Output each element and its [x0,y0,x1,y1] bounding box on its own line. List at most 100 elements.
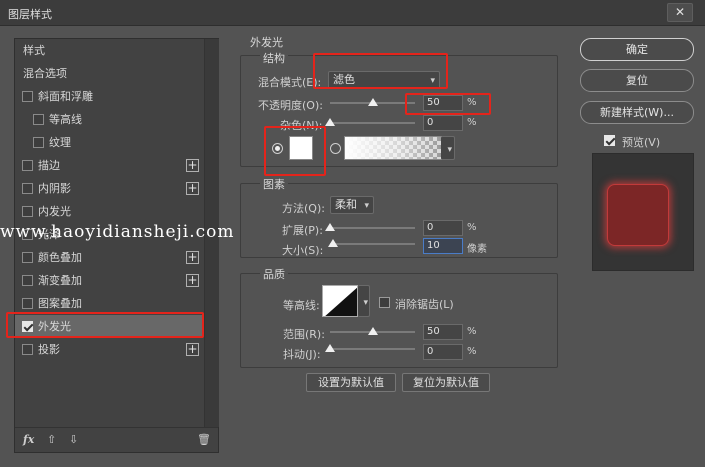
style-item-3[interactable]: 描边 + [15,154,203,177]
styles-header-label: 样式 [23,44,45,57]
styles-header[interactable]: 样式 [15,39,203,62]
blending-options[interactable]: 混合选项 [15,62,203,85]
close-icon[interactable]: ✕ [667,3,693,22]
ok-button[interactable]: 确定 [580,38,694,61]
size-slider-thumb[interactable] [328,239,339,247]
spread-unit: % [467,222,477,233]
style-item-5[interactable]: 内发光 [15,200,203,223]
set-default-button[interactable]: 设置为默认值 [306,373,396,392]
size-unit: 像素 [467,244,487,255]
contour-preview[interactable] [322,285,358,317]
style-item-4[interactable]: 内阴影 + [15,177,203,200]
preview-checkbox[interactable] [604,135,615,146]
add-effect-icon[interactable]: + [186,182,199,195]
add-effect-icon[interactable]: + [186,159,199,172]
fx-icon[interactable]: fx [23,433,34,446]
gradient-radio[interactable] [330,143,341,154]
range-slider-thumb[interactable] [367,327,378,335]
size-input[interactable]: 10 [423,238,463,254]
spread-label: 扩展(P): [282,224,323,237]
style-item-0[interactable]: 斜面和浮雕 [15,85,203,108]
opacity-label: 不透明度(O): [258,99,323,112]
jitter-unit: % [467,346,477,357]
style-item-2[interactable]: 纹理 [15,131,203,154]
range-unit: % [467,326,477,337]
noise-input[interactable]: 0 [423,115,463,131]
style-item-checkbox[interactable] [22,91,33,102]
antialias-checkbox[interactable] [379,297,390,308]
preview-thumbnail [592,153,694,271]
preview-label: 预览(V) [622,136,661,149]
size-label: 大小(S): [282,244,324,257]
title-bar: 图层样式 ✕ [0,0,705,26]
style-item-checkbox[interactable] [22,206,33,217]
jitter-slider[interactable] [330,348,415,350]
style-item-checkbox[interactable] [33,114,44,125]
blending-options-label: 混合选项 [23,67,67,80]
blend-mode-label: 混合模式(E): [258,76,322,89]
add-effect-icon[interactable]: + [186,343,199,356]
structure-title: 结构 [260,50,288,66]
reset-button[interactable]: 复位 [580,69,694,92]
noise-slider-thumb[interactable] [325,118,335,126]
spread-input[interactable]: 0 [423,220,463,236]
chevron-down-icon: ▾ [447,145,452,155]
highlight-blend-mode [313,53,448,89]
contour-curve-icon [325,287,357,316]
style-item-label: 投影 [38,343,60,356]
style-item-checkbox[interactable] [22,298,33,309]
window-title: 图层样式 [8,8,52,21]
style-item-11[interactable]: 投影 + [15,338,203,361]
highlight-outer-glow-item [6,312,204,338]
spread-slider[interactable] [330,227,415,229]
style-item-label: 内阴影 [38,182,71,195]
style-item-7[interactable]: 颜色叠加 + [15,246,203,269]
trash-icon[interactable]: 🗑 [197,433,211,446]
style-item-checkbox[interactable] [22,275,33,286]
noise-unit: % [467,117,477,128]
style-item-label: 纹理 [49,136,71,149]
style-item-label: 颜色叠加 [38,251,82,264]
style-item-label: 内发光 [38,205,71,218]
style-item-checkbox[interactable] [22,160,33,171]
styles-footer: fx ⇧ ⇩ 🗑 [15,427,218,452]
jitter-slider-thumb[interactable] [325,344,335,352]
gradient-swatch[interactable] [344,136,442,160]
watermark-text: www.haoyidiansheji.com [0,222,235,242]
style-item-checkbox[interactable] [22,183,33,194]
spread-slider-thumb[interactable] [325,223,335,231]
antialias-label: 消除锯齿(L) [395,298,454,311]
technique-dropdown[interactable]: 柔和 ▾ [330,196,374,214]
move-down-icon[interactable]: ⇩ [69,433,78,446]
contour-label: 等高线: [283,299,320,312]
chevron-down-icon: ▾ [364,201,369,211]
jitter-input[interactable]: 0 [423,344,463,360]
style-item-checkbox[interactable] [22,344,33,355]
technique-label: 方法(Q): [282,202,325,215]
style-item-checkbox[interactable] [33,137,44,148]
range-label: 范围(R): [283,328,325,341]
highlight-opacity [405,93,491,115]
outer-glow-title: 外发光 [250,36,283,49]
styles-list: 样式 混合选项 斜面和浮雕 等高线 纹理 描边 + 内阴影 + 内发光 光泽 颜色叠加 + 渐变叠加 +… [14,38,219,453]
range-input[interactable]: 50 [423,324,463,340]
style-item-checkbox[interactable] [22,252,33,263]
style-item-label: 等高线 [49,113,82,126]
add-effect-icon[interactable]: + [186,274,199,287]
move-up-icon[interactable]: ⇧ [47,433,56,446]
style-item-label: 渐变叠加 [38,274,82,287]
quality-title: 品质 [260,266,288,282]
highlight-glow-color [264,126,326,176]
noise-slider[interactable] [330,122,415,124]
opacity-slider-thumb[interactable] [367,98,378,106]
elements-title: 图素 [260,176,288,192]
contour-picker-button[interactable]: ▾ [358,285,370,317]
size-slider[interactable] [330,243,415,245]
gradient-picker-button[interactable]: ▾ [441,136,455,160]
add-effect-icon[interactable]: + [186,251,199,264]
style-item-8[interactable]: 渐变叠加 + [15,269,203,292]
style-item-1[interactable]: 等高线 [15,108,203,131]
reset-default-button[interactable]: 复位为默认值 [402,373,490,392]
new-style-button[interactable]: 新建样式(W)... [580,101,694,124]
chevron-down-icon: ▾ [363,298,368,308]
